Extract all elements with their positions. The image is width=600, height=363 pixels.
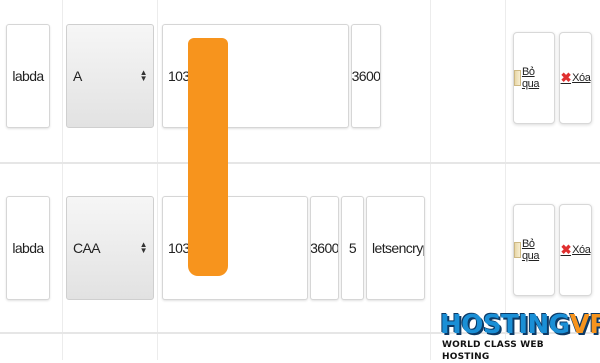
ttl-field[interactable]: 3600 [310,196,339,300]
record-name-value: labda [12,68,44,84]
column-divider [62,0,63,360]
logo-wordmark: HOSTINGVPS [440,310,600,340]
column-divider [430,0,431,360]
ttl-value: 3600 [351,68,381,84]
logo-brand-primary: HOSTING [440,310,570,340]
record-name-value: labda [12,240,44,256]
red-x-icon: ✖ [560,242,572,257]
select-arrows-icon: ▲ ▼ [139,68,148,83]
skip-label: Bỏ qua [521,66,540,90]
caa-flag-field[interactable]: 5 [341,196,364,300]
column-divider [157,0,158,360]
delete-button[interactable]: ✖ Xóa [559,204,592,296]
select-arrows-icon: ▲ ▼ [139,240,148,255]
delete-label: Xóa [572,244,591,256]
skip-button[interactable]: Bỏ qua [513,32,555,124]
record-name-field[interactable]: labda [6,196,50,300]
ttl-field[interactable]: 3600 [351,24,381,128]
ttl-value: 3600 [310,240,339,256]
skip-button[interactable]: Bỏ qua [513,204,555,296]
skip-label: Bỏ qua [521,238,540,262]
record-name-field[interactable]: labda [6,24,50,128]
record-type-value: A [73,68,82,84]
record-type-select[interactable]: A ▲ ▼ [66,24,154,128]
redaction-block [188,38,228,276]
record-value-field[interactable]: 103.1 [162,196,308,300]
column-divider [505,0,506,360]
logo-tagline: WORLD CLASS WEB HOSTING [440,339,592,363]
document-icon [514,242,521,258]
document-icon [514,70,521,86]
caa-value-field[interactable]: letsencrypt.or [366,196,425,300]
red-x-icon: ✖ [560,70,572,85]
caa-flag-value: 5 [348,240,357,256]
caa-value-text: letsencrypt.or [372,240,424,256]
hostingvps-logo: HOSTINGVPS WORLD CLASS WEB HOSTING [440,310,600,363]
record-type-value: CAA [73,240,101,256]
delete-button[interactable]: ✖ Xóa [559,32,592,124]
logo-brand-accent: VPS [569,310,600,340]
row-divider [0,162,600,164]
delete-label: Xóa [572,72,591,84]
record-type-select[interactable]: CAA ▲ ▼ [66,196,154,300]
